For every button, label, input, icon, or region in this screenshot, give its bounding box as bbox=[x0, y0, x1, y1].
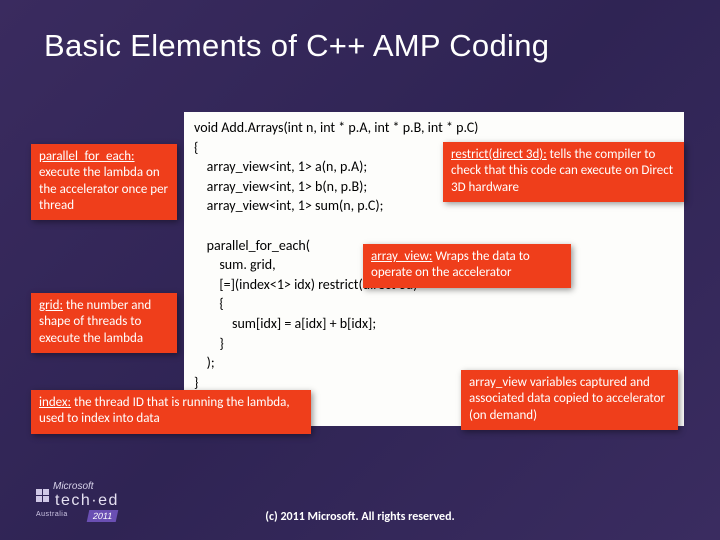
microsoft-icon bbox=[36, 489, 49, 502]
brand-logo: Microsoft tech·ed bbox=[36, 481, 119, 510]
callout-heading: parallel_for_each: bbox=[39, 149, 135, 164]
callout-array-view: array_view: Wraps the data to operate on… bbox=[363, 244, 571, 288]
brand-big-text: tech·ed bbox=[55, 492, 119, 510]
brand-small-text: Microsoft bbox=[53, 481, 119, 492]
callout-capture: array_view variables captured and associ… bbox=[461, 370, 678, 430]
callout-restrict: restrict(direct 3d): tells the compiler … bbox=[443, 142, 684, 202]
slide-title: Basic Elements of C++ AMP Coding bbox=[44, 28, 549, 64]
copyright-text: (c) 2011 Microsoft. All rights reserved. bbox=[0, 510, 720, 524]
callout-parallel-for-each: parallel_for_each: execute the lambda on… bbox=[31, 144, 177, 220]
callout-heading: restrict(direct 3d): bbox=[451, 147, 547, 162]
callout-index: index: the thread ID that is running the… bbox=[31, 390, 311, 434]
callout-body: array_view variables captured and associ… bbox=[469, 375, 665, 423]
callout-heading: index: bbox=[39, 395, 71, 410]
callout-body: execute the lambda on the accelerator on… bbox=[39, 165, 168, 213]
callout-grid: grid: the number and shape of threads to… bbox=[31, 293, 177, 353]
callout-heading: grid: bbox=[39, 298, 63, 313]
callout-heading: array_view: bbox=[371, 249, 432, 264]
callout-body: the thread ID that is running the lambda… bbox=[39, 395, 290, 426]
